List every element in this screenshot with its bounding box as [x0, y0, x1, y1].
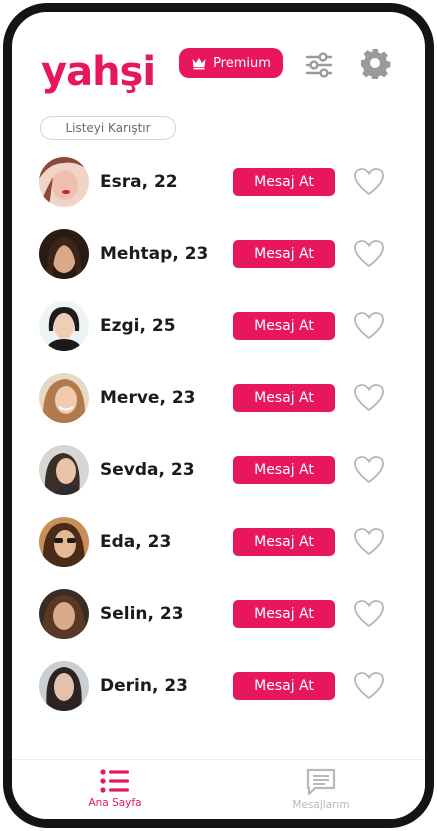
send-message-button[interactable]: Mesaj At: [233, 672, 335, 700]
profile-row: Derin, 23 Mesaj At: [12, 659, 425, 715]
list-icon: [100, 769, 129, 793]
send-message-button[interactable]: Mesaj At: [233, 456, 335, 484]
profile-name: Sevda, 23: [100, 460, 195, 480]
avatar[interactable]: [39, 301, 89, 351]
crown-icon: [192, 58, 206, 70]
avatar[interactable]: [39, 661, 89, 711]
profile-photo: [39, 157, 89, 207]
heart-icon[interactable]: [353, 167, 385, 197]
message-icon: [306, 768, 336, 796]
send-message-button[interactable]: Mesaj At: [233, 240, 335, 268]
profile-name: Eda, 23: [100, 532, 172, 552]
shuffle-list-button[interactable]: Listeyi Karıştır: [40, 116, 176, 140]
heart-icon[interactable]: [353, 527, 385, 557]
tab-home[interactable]: Ana Sayfa: [55, 760, 175, 819]
screen: yahşi Premium Listeyi Karıştır Esra, 22 …: [12, 12, 425, 819]
avatar[interactable]: [39, 517, 89, 567]
profile-photo: [39, 229, 89, 279]
tab-messages-label: Mesajlarım: [292, 799, 350, 811]
profile-row: Esra, 22 Mesaj At: [12, 155, 425, 211]
heart-icon[interactable]: [353, 599, 385, 629]
profile-photo: [39, 301, 89, 351]
avatar[interactable]: [39, 229, 89, 279]
heart-icon[interactable]: [353, 383, 385, 413]
tab-home-label: Ana Sayfa: [88, 797, 142, 809]
avatar[interactable]: [39, 157, 89, 207]
profile-row: Mehtap, 23 Mesaj At: [12, 227, 425, 283]
send-message-button[interactable]: Mesaj At: [233, 384, 335, 412]
heart-icon[interactable]: [353, 671, 385, 701]
app-logo: yahşi: [41, 49, 156, 95]
avatar[interactable]: [39, 589, 89, 639]
settings-button[interactable]: [359, 47, 391, 80]
profile-photo: [39, 373, 89, 423]
send-message-button[interactable]: Mesaj At: [233, 528, 335, 556]
send-message-button[interactable]: Mesaj At: [233, 312, 335, 340]
sliders-icon: [305, 52, 333, 78]
profile-name: Ezgi, 25: [100, 316, 176, 336]
profile-photo: [39, 589, 89, 639]
bottom-tab-bar: Ana Sayfa Mesajlarım: [12, 759, 425, 819]
profile-name: Selin, 23: [100, 604, 184, 624]
profile-row: Ezgi, 25 Mesaj At: [12, 299, 425, 355]
profile-photo: [39, 445, 89, 495]
send-message-button[interactable]: Mesaj At: [233, 168, 335, 196]
heart-icon[interactable]: [353, 239, 385, 269]
profile-row: Merve, 23 Mesaj At: [12, 371, 425, 427]
profile-row: Eda, 23 Mesaj At: [12, 515, 425, 571]
profile-photo: [39, 517, 89, 567]
profile-name: Derin, 23: [100, 676, 188, 696]
profile-name: Merve, 23: [100, 388, 196, 408]
send-message-button[interactable]: Mesaj At: [233, 600, 335, 628]
premium-label: Premium: [213, 55, 271, 71]
profile-row: Sevda, 23 Mesaj At: [12, 443, 425, 499]
tab-messages[interactable]: Mesajlarım: [261, 760, 381, 819]
profile-photo: [39, 661, 89, 711]
heart-icon[interactable]: [353, 311, 385, 341]
avatar[interactable]: [39, 373, 89, 423]
gear-icon: [361, 49, 391, 80]
phone-frame: yahşi Premium Listeyi Karıştır Esra, 22 …: [3, 3, 434, 828]
profile-name: Mehtap, 23: [100, 244, 209, 264]
filter-button[interactable]: [304, 50, 334, 80]
profile-row: Selin, 23 Mesaj At: [12, 587, 425, 643]
heart-icon[interactable]: [353, 455, 385, 485]
avatar[interactable]: [39, 445, 89, 495]
profile-name: Esra, 22: [100, 172, 178, 192]
premium-button[interactable]: Premium: [179, 48, 283, 78]
